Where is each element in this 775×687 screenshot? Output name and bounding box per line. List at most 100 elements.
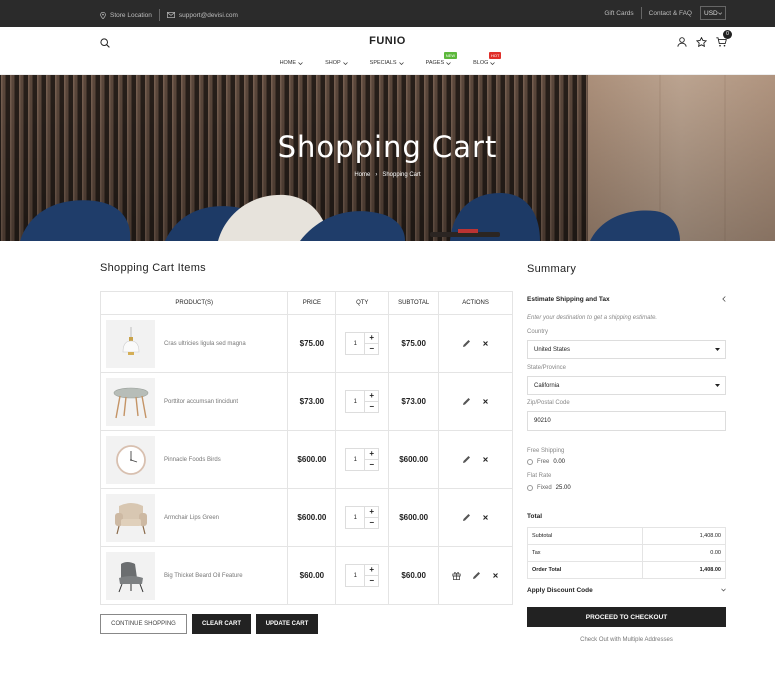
gift-cards-link[interactable]: Gift Cards bbox=[604, 7, 633, 20]
quantity-input[interactable]: 1 bbox=[346, 507, 366, 528]
remove-x-icon[interactable] bbox=[482, 514, 489, 521]
increase-qty-button[interactable]: + bbox=[365, 507, 379, 518]
price-cell: $600.00 bbox=[287, 430, 337, 489]
product-name[interactable]: Porttitor accumsan tincidunt bbox=[164, 399, 238, 405]
fixed-option-price: 25.00 bbox=[555, 485, 571, 491]
chevron-down-icon bbox=[490, 61, 496, 65]
edit-pencil-icon[interactable] bbox=[472, 571, 481, 580]
quantity-input[interactable]: 1 bbox=[346, 565, 366, 586]
product-price: $600.00 bbox=[297, 455, 327, 464]
remove-x-icon[interactable] bbox=[482, 456, 489, 463]
edit-pencil-icon[interactable] bbox=[462, 397, 471, 406]
nav-item-shop[interactable]: Shop bbox=[322, 60, 351, 66]
price-cell: $600.00 bbox=[287, 488, 337, 547]
cart-table-header: Product(s) Price Qty Subtotal Actions bbox=[99, 291, 513, 315]
cart-button[interactable]: 0 bbox=[716, 30, 732, 52]
shipping-toggle[interactable]: Estimate Shipping and Tax bbox=[527, 294, 726, 304]
totals-row: Order Total 1,408.00 bbox=[527, 561, 726, 579]
zip-value: 90210 bbox=[534, 418, 551, 424]
product-image[interactable] bbox=[106, 493, 155, 542]
nav-item-specials[interactable]: Specials bbox=[367, 60, 407, 66]
zip-input[interactable]: 90210 bbox=[527, 411, 726, 431]
nav-badge: HOT bbox=[488, 52, 502, 59]
state-select[interactable]: California bbox=[527, 376, 726, 395]
summary-title: Summary bbox=[527, 263, 577, 275]
quantity-input[interactable]: 1 bbox=[346, 333, 366, 354]
account-button[interactable] bbox=[677, 34, 687, 52]
decrease-qty-button[interactable]: − bbox=[365, 402, 378, 412]
continue-shopping-button[interactable]: Continue Shopping bbox=[100, 614, 187, 634]
discount-toggle[interactable]: Apply Discount Code bbox=[527, 585, 726, 595]
nav-item-pages[interactable]: Pages NEW bbox=[423, 52, 458, 66]
quantity-input[interactable]: 1 bbox=[346, 391, 366, 412]
multiple-addresses-link[interactable]: Check Out with Multiple Addresses bbox=[527, 637, 726, 643]
currency-value: USD bbox=[704, 9, 718, 17]
increase-qty-button[interactable]: + bbox=[365, 333, 379, 344]
site-logo[interactable]: FUNIO bbox=[0, 35, 775, 47]
decrease-qty-button[interactable]: − bbox=[365, 460, 378, 470]
quantity-input[interactable]: 1 bbox=[346, 449, 366, 470]
totals-label: Order Total bbox=[527, 561, 643, 579]
decrease-qty-button[interactable]: − bbox=[365, 518, 378, 528]
product-subtotal: $60.00 bbox=[401, 571, 426, 580]
product-name[interactable]: Big Thicket Beard Oil Feature bbox=[164, 573, 243, 579]
product-name[interactable]: Cras ultricies ligula sed magna bbox=[164, 341, 246, 347]
state-label: State/Province bbox=[527, 365, 567, 371]
remove-x-icon[interactable] bbox=[492, 572, 499, 579]
proceed-to-checkout-button[interactable]: Proceed to Checkout bbox=[527, 607, 726, 627]
increase-qty-button[interactable]: + bbox=[365, 449, 379, 460]
edit-pencil-icon[interactable] bbox=[462, 513, 471, 522]
nav-label: Blog bbox=[473, 60, 489, 66]
update-cart-button[interactable]: Update Cart bbox=[256, 614, 318, 634]
currency-select[interactable]: USD bbox=[700, 6, 726, 20]
wishlist-button[interactable] bbox=[695, 34, 708, 52]
zip-label: Zip/Postal Code bbox=[527, 400, 570, 406]
contact-faq-link[interactable]: Contact & FAQ bbox=[649, 7, 692, 20]
product-name[interactable]: Armchair Lips Green bbox=[164, 515, 219, 521]
totals-label: Subtotal bbox=[527, 527, 643, 545]
product-cell: Armchair Lips Green bbox=[99, 488, 289, 547]
totals-label: Tax bbox=[527, 544, 643, 562]
fixed-option-label: Fixed bbox=[537, 485, 552, 491]
store-location-link[interactable]: Store Location bbox=[100, 11, 152, 19]
nav-item-home[interactable]: Home bbox=[277, 60, 307, 66]
product-subtotal: $75.00 bbox=[401, 339, 426, 348]
clear-cart-button[interactable]: Clear Cart bbox=[192, 614, 251, 634]
product-image[interactable] bbox=[106, 435, 155, 484]
decrease-qty-button[interactable]: − bbox=[365, 344, 378, 354]
product-image[interactable] bbox=[106, 377, 155, 426]
product-name[interactable]: Pinnacle Foods Birds bbox=[164, 457, 221, 463]
price-cell: $60.00 bbox=[287, 546, 337, 605]
remove-x-icon[interactable] bbox=[482, 398, 489, 405]
email-link[interactable]: support@devisi.com bbox=[166, 12, 238, 19]
mail-icon bbox=[166, 12, 175, 18]
nav-badge: NEW bbox=[443, 52, 458, 59]
product-image[interactable] bbox=[106, 551, 155, 600]
price-cell: $75.00 bbox=[287, 314, 337, 373]
remove-x-icon[interactable] bbox=[482, 340, 489, 347]
cart-row: Armchair Lips Green $600.00 1 + − $600.00 bbox=[99, 488, 513, 547]
breadcrumb-home-link[interactable]: Home bbox=[354, 172, 370, 178]
totals-row: Subtotal 1,408.00 bbox=[527, 527, 726, 545]
country-select[interactable]: United States bbox=[527, 340, 726, 359]
breadcrumb-current: Shopping Cart bbox=[382, 172, 421, 178]
edit-pencil-icon[interactable] bbox=[462, 455, 471, 464]
product-cell: Big Thicket Beard Oil Feature bbox=[99, 546, 289, 605]
increase-qty-button[interactable]: + bbox=[365, 565, 379, 576]
chevron-down-icon bbox=[398, 61, 404, 65]
gift-icon[interactable] bbox=[452, 571, 461, 580]
free-shipping-radio[interactable]: Free 0.00 bbox=[527, 459, 565, 465]
page-hero: Shopping Cart Home › Shopping Cart bbox=[0, 75, 775, 241]
product-image[interactable] bbox=[106, 319, 155, 368]
quantity-stepper: 1 + − bbox=[345, 448, 380, 471]
edit-pencil-icon[interactable] bbox=[462, 339, 471, 348]
caret-down-icon bbox=[715, 384, 720, 387]
nav-label: Pages bbox=[425, 60, 445, 66]
increase-qty-button[interactable]: + bbox=[365, 391, 379, 402]
decrease-qty-button[interactable]: − bbox=[365, 576, 378, 586]
flat-rate-radio[interactable]: Fixed 25.00 bbox=[527, 485, 571, 491]
nav-item-blog[interactable]: Blog HOT bbox=[470, 52, 502, 66]
total-title: Total bbox=[527, 513, 543, 520]
cart-row: Pinnacle Foods Birds $600.00 1 + − $600.00 bbox=[99, 430, 513, 489]
quantity-stepper: 1 + − bbox=[345, 332, 380, 355]
